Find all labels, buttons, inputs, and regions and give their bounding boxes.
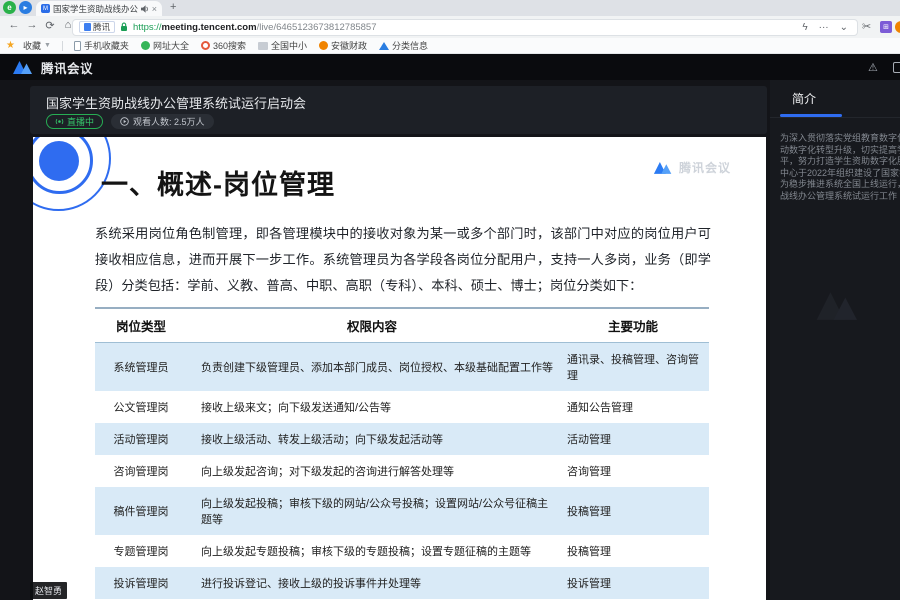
warning-icon[interactable]: ⚠ bbox=[868, 61, 878, 74]
table-row: 咨询管理岗向上级发起咨询；对下级发起的咨询进行解答处理等咨询管理 bbox=[95, 455, 709, 487]
tencent-meeting-logo-icon[interactable] bbox=[12, 59, 36, 75]
bookmark-classified[interactable]: 分类信息 bbox=[375, 39, 432, 52]
meeting-title: 国家学生资助战线办公管理系统试运行启动会 bbox=[46, 93, 306, 112]
reload-icon[interactable]: ⟳ bbox=[42, 19, 58, 32]
slide-paragraph: 系统采用岗位角色制管理，即各管理模块中的接收对象为某一或多个部门时，该部门中对应… bbox=[95, 221, 711, 299]
lightning-icon[interactable]: ϟ bbox=[799, 22, 810, 33]
decor-circle-solid bbox=[39, 141, 79, 181]
clipped-extension-icon[interactable] bbox=[895, 21, 900, 33]
more-options-icon[interactable]: ··· bbox=[816, 22, 832, 33]
slide-logo: 腾讯会议 bbox=[653, 159, 731, 176]
screen: e ▸ M 国家学生资助战线办公管理 × + ← → ⟳ ⌂ 腾讯 https:… bbox=[0, 0, 900, 600]
triangle-site-icon bbox=[379, 42, 389, 50]
tab-close-icon[interactable]: × bbox=[152, 4, 157, 14]
intro-line: 战线办公管理系统试运行工作 bbox=[780, 191, 900, 203]
url-text[interactable]: https://meeting.tencent.com/live/6465123… bbox=[133, 22, 794, 33]
slide-title: 一、概述-岗位管理 bbox=[101, 163, 335, 202]
bookmark-360-search[interactable]: 360搜索 bbox=[197, 39, 250, 52]
back-icon[interactable]: ← bbox=[6, 19, 22, 31]
url-field[interactable]: 腾讯 https://meeting.tencent.com/live/6465… bbox=[72, 19, 858, 36]
badge-row: 直播中 观看人数: 2.5万人 bbox=[46, 114, 214, 129]
caret-down-icon: ▼ bbox=[44, 42, 51, 49]
scissors-icon[interactable]: ✂ bbox=[862, 20, 871, 33]
flag-icon bbox=[258, 42, 268, 50]
browser-tab-strip: e ▸ M 国家学生资助战线办公管理 × + bbox=[0, 0, 900, 16]
table-row: 活动管理岗接收上级活动、转发上级活动；向下级发起活动等活动管理 bbox=[95, 423, 709, 455]
favorites-star-icon[interactable]: ★ bbox=[6, 40, 15, 51]
bookmark-national[interactable]: 全国中小 bbox=[254, 39, 311, 52]
profile-icon[interactable]: ▸ bbox=[19, 1, 32, 14]
browser-address-bar: ← → ⟳ ⌂ 腾讯 https://meeting.tencent.com/l… bbox=[0, 16, 900, 38]
url-path: /live/6465123673812785857 bbox=[257, 22, 377, 33]
site-badge-label: 腾讯 bbox=[93, 21, 110, 33]
clipped-header-icon[interactable] bbox=[893, 62, 900, 73]
live-status-badge: 直播中 bbox=[46, 114, 103, 129]
intro-line: 中心于2022年组织建设了国家学生资助战线办公 bbox=[780, 168, 900, 180]
table-row: 投诉管理岗进行投诉登记、接收上级的投诉事件并处理等投诉管理 bbox=[95, 567, 709, 599]
intro-line: 动数字化转型升级，切实提高学生资助战线服务水 bbox=[780, 145, 900, 157]
lock-icon[interactable] bbox=[120, 22, 128, 32]
viewers-badge: 观看人数: 2.5万人 bbox=[111, 114, 214, 129]
browser-tab[interactable]: M 国家学生资助战线办公管理 × bbox=[36, 1, 162, 16]
col-header-role: 岗位类型 bbox=[95, 308, 187, 343]
presentation-slide: 一、概述-岗位管理 腾讯会议 系统采用岗位角色制管理，即各管理模块中的接收对象为… bbox=[33, 137, 766, 600]
orange-site-icon bbox=[319, 41, 328, 50]
table-row: 专题管理岗向上级发起专题投稿；审核下级的专题投稿；设置专题征稿的主题等投稿管理 bbox=[95, 535, 709, 567]
bookmarks-bar: ★ 收藏▼ 手机收藏夹 网址大全 360搜索 全国中小 安徽财政 分类信息 bbox=[0, 38, 900, 54]
bookmark-anhui-finance[interactable]: 安徽财政 bbox=[315, 39, 371, 52]
table-row: 系统管理员负责创建下级管理员、添加本部门成员、岗位授权、本级基础配置工作等通讯录… bbox=[95, 343, 709, 392]
table-row: 公文管理岗接收上级来文；向下级发送通知/公告等通知公告管理 bbox=[95, 391, 709, 423]
green-site-icon bbox=[141, 41, 150, 50]
brand-name[interactable]: 腾讯会议 bbox=[41, 58, 93, 77]
bookmarks-divider bbox=[62, 41, 63, 51]
intro-sidebar: 简介 为深入贯彻落实党组教育数字化战略行动要求，推 动数字化转型升级，切实提高学… bbox=[770, 80, 900, 600]
browser-logo-icon[interactable]: e bbox=[3, 1, 16, 14]
live-label: 直播中 bbox=[67, 115, 94, 128]
col-header-permission: 权限内容 bbox=[187, 308, 557, 343]
intro-text: 为深入贯彻落实党组教育数字化战略行动要求，推 动数字化转型升级，切实提高学生资助… bbox=[780, 133, 900, 203]
roles-table: 岗位类型 权限内容 主要功能 系统管理员负责创建下级管理员、添加本部门成员、岗位… bbox=[95, 307, 709, 600]
broadcast-icon bbox=[55, 117, 64, 126]
slide-logo-icon bbox=[653, 160, 675, 175]
tab-title: 国家学生资助战线办公管理 bbox=[53, 3, 138, 15]
bookmark-favorites[interactable]: 收藏▼ bbox=[19, 39, 55, 52]
sidebar-tab-bar: 简介 bbox=[770, 80, 900, 118]
tab-active-underline bbox=[780, 114, 842, 117]
intro-line: 为稳步推进系统全国上线运行，经研究，现开展资助 bbox=[780, 179, 900, 191]
tencent-doc-icon bbox=[84, 23, 91, 31]
url-host: meeting.tencent.com bbox=[162, 22, 257, 33]
site-header: 腾讯会议 ⚠ bbox=[0, 54, 900, 80]
intro-line: 平，努力打造学生资助数字化服务新生态，全国资助 bbox=[780, 156, 900, 168]
site-identity-badge[interactable]: 腾讯 bbox=[79, 21, 115, 33]
extension-icon[interactable]: ⊞ bbox=[880, 21, 892, 33]
viewers-count: 观看人数: 2.5万人 bbox=[133, 115, 205, 128]
play-circle-icon bbox=[120, 117, 129, 126]
forward-icon[interactable]: → bbox=[24, 19, 40, 31]
table-row: 稿件管理岗向上级发起投稿；审核下级的网站/公众号投稿；设置网站/公众号征稿主题等… bbox=[95, 487, 709, 535]
bookmark-phone-favorites[interactable]: 手机收藏夹 bbox=[70, 39, 133, 52]
tab-audio-icon[interactable] bbox=[141, 5, 149, 13]
bookmark-site-directory[interactable]: 网址大全 bbox=[137, 39, 193, 52]
360-search-icon bbox=[201, 41, 210, 50]
speaker-name-tag: 赵智勇 bbox=[30, 582, 67, 599]
dropdown-chevron-icon[interactable]: ⌄ bbox=[837, 22, 851, 33]
intro-line: 为深入贯彻落实党组教育数字化战略行动要求，推 bbox=[780, 133, 900, 145]
url-protocol: https:// bbox=[133, 22, 162, 33]
meeting-info-bar: 国家学生资助战线办公管理系统试运行启动会 直播中 观看人数: 2.5万人 bbox=[30, 86, 767, 134]
new-tab-button[interactable]: + bbox=[170, 1, 176, 13]
sidebar-watermark-logo-icon bbox=[814, 288, 866, 322]
tab-favicon-icon: M bbox=[41, 4, 50, 13]
slide-logo-text: 腾讯会议 bbox=[679, 159, 731, 176]
col-header-function: 主要功能 bbox=[557, 308, 709, 343]
phone-icon bbox=[74, 41, 81, 51]
tab-intro[interactable]: 简介 bbox=[792, 90, 816, 107]
table-header-row: 岗位类型 权限内容 主要功能 bbox=[95, 308, 709, 343]
